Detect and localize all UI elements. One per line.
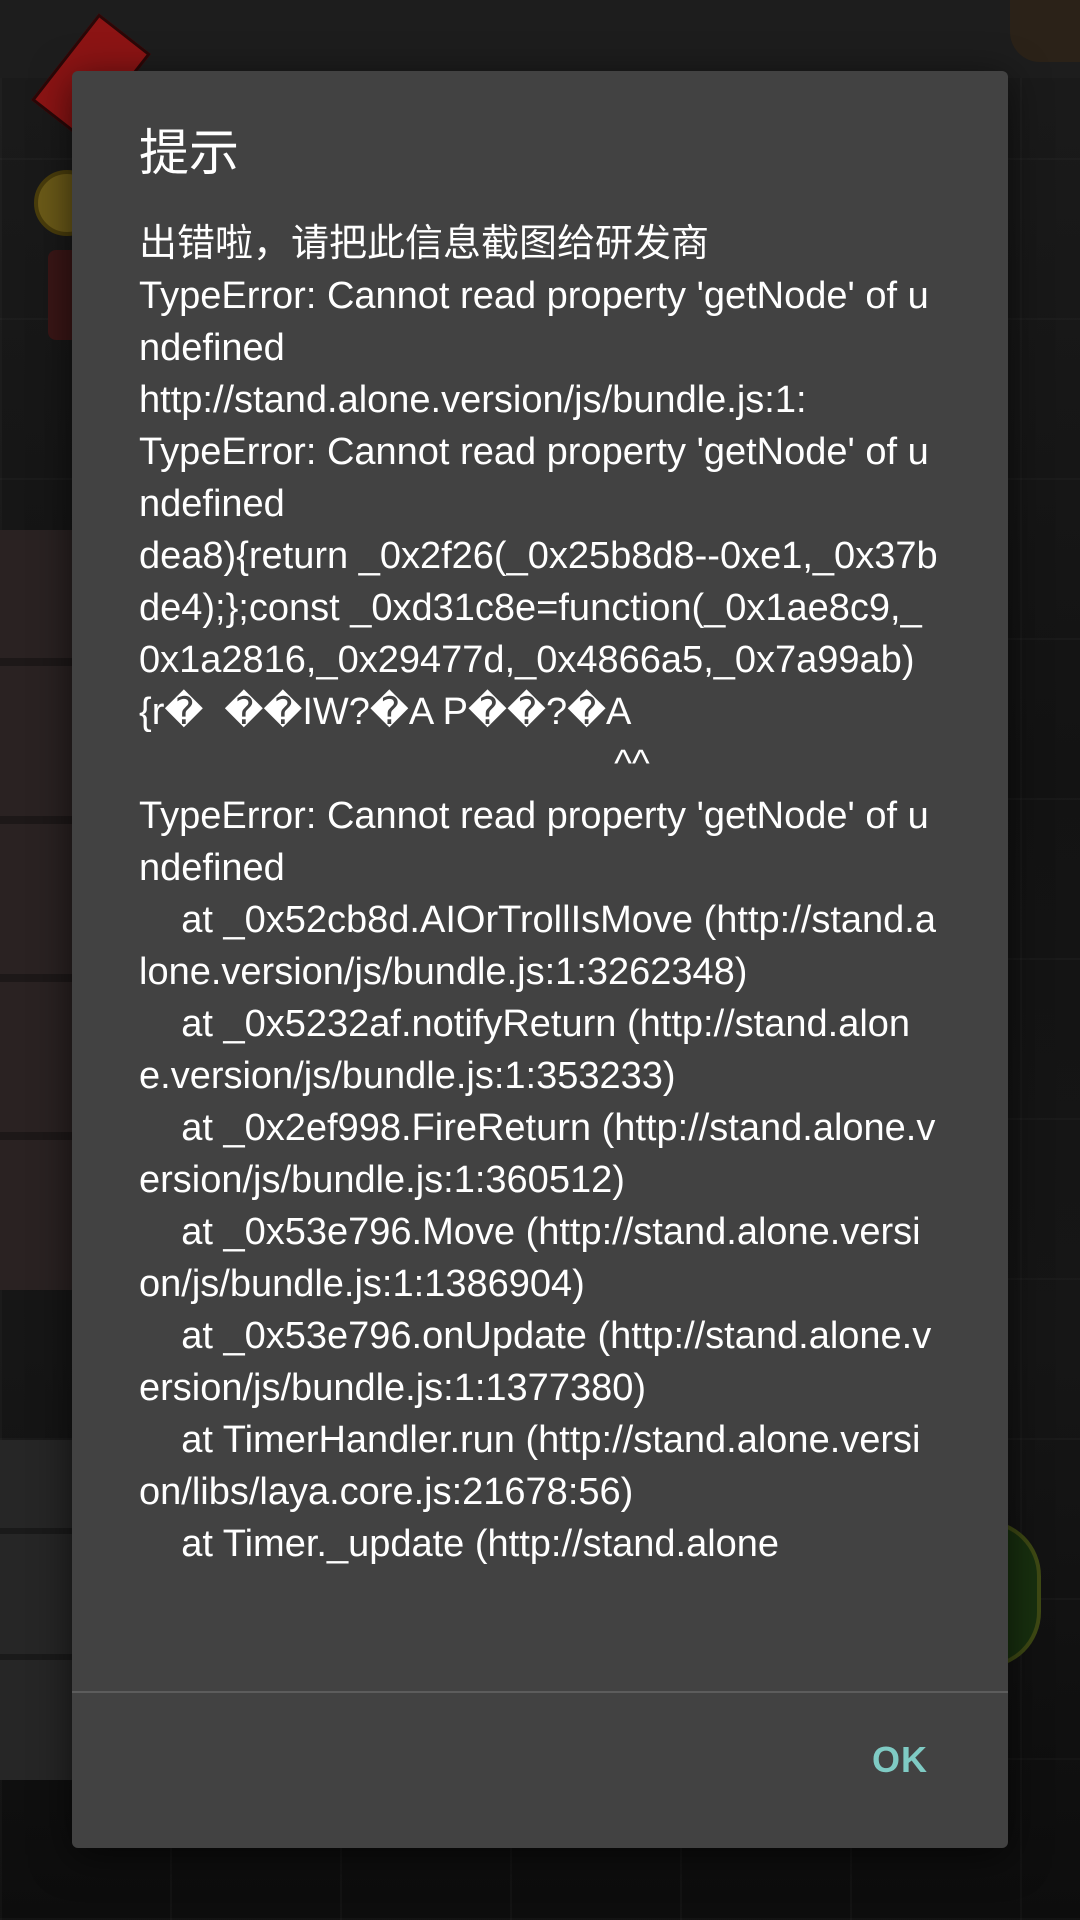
dialog-message: 出错啦，请把此信息截图给研发商 TypeError: Cannot read p… (139, 223, 938, 1565)
background-avatar-corner (1010, 0, 1080, 62)
background-left-panels (0, 530, 72, 1290)
dialog-actions: OK (72, 1693, 1008, 1848)
dialog-title: 提示 (139, 124, 239, 182)
error-dialog: 提示 出错啦，请把此信息截图给研发商 TypeError: Cannot rea… (72, 71, 1008, 1848)
dialog-message-scroll[interactable]: 出错啦，请把此信息截图给研发商 TypeError: Cannot read p… (139, 218, 939, 1763)
ok-button[interactable]: OK (862, 1731, 938, 1789)
background-top-bar (0, 0, 1080, 78)
